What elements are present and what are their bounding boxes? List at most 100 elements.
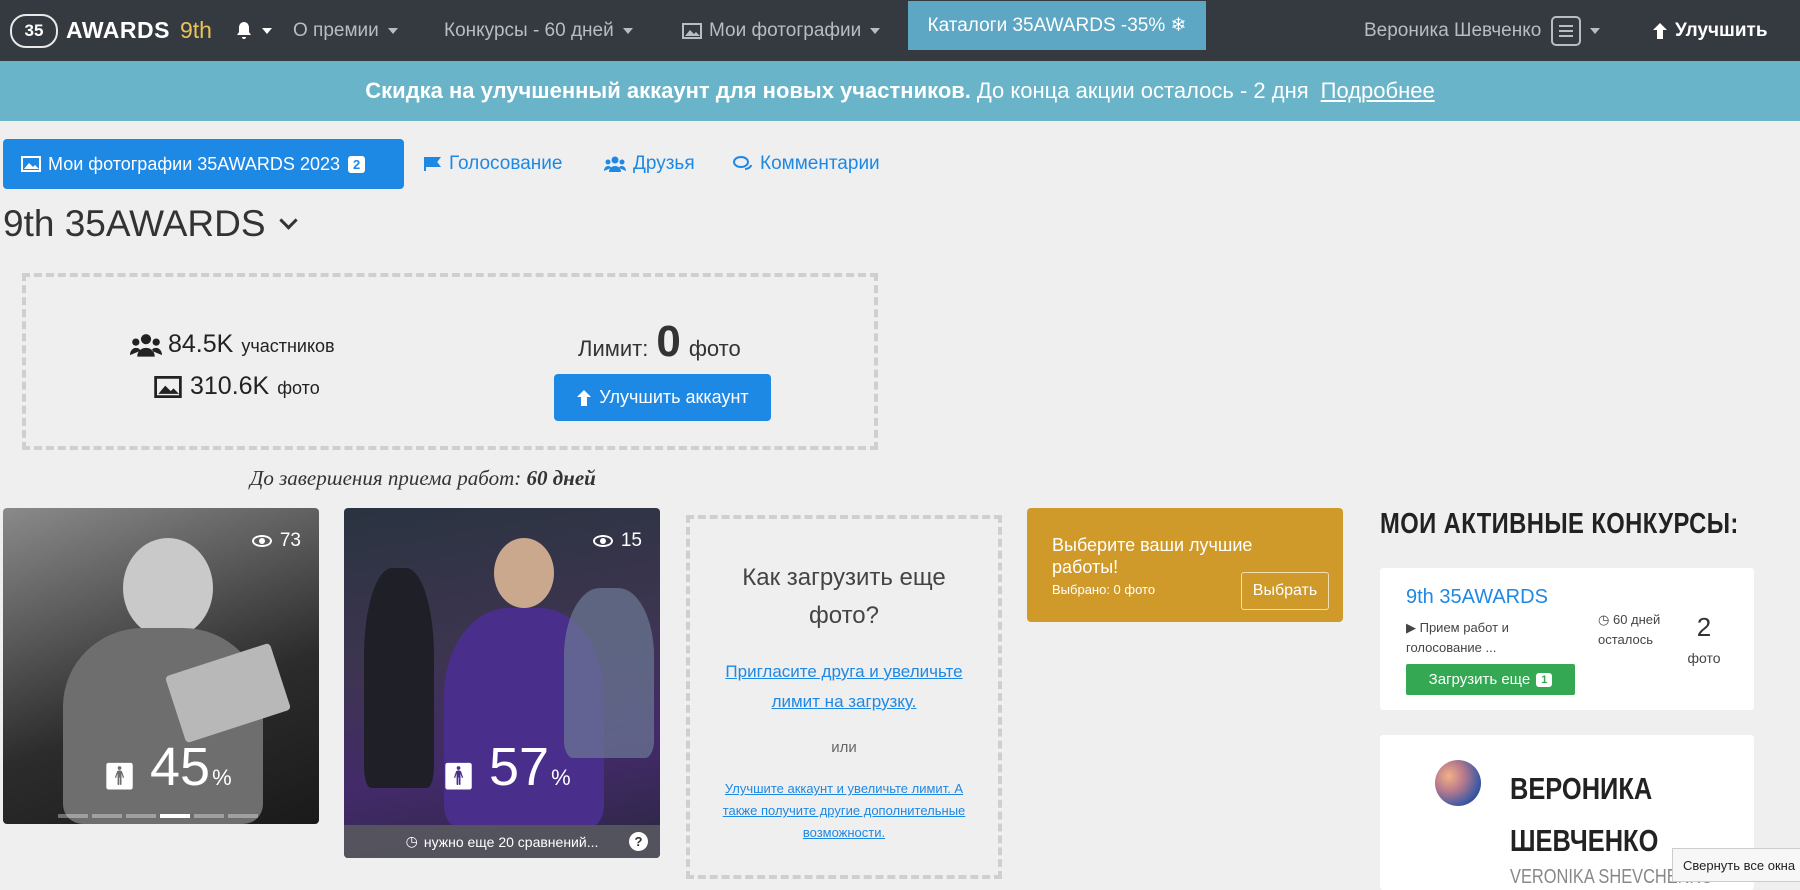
carousel-dot[interactable] [228,814,258,818]
top-navbar: 35 AWARDS 9th О премии Конкурсы - 60 дне… [0,0,1800,61]
choose-best-card: Выберите ваши лучшие работы! Выбрано: 0 … [1027,508,1343,622]
eye-icon [251,535,272,547]
flag-icon [424,157,441,171]
choose-button[interactable]: Выбрать [1241,572,1329,610]
tab-comments[interactable]: Комментарии [733,139,880,189]
comments-icon [733,156,752,170]
or-separator: или [831,739,857,756]
percent-sign: % [551,765,571,790]
upgrade-nav-label: Улучшить [1675,19,1768,41]
views-counter: 73 [251,530,301,552]
image-icon [21,156,41,172]
stats-box: 84.5K участников 310.6K фото Лимит: 0 фо… [22,273,878,450]
upload-more-badge: 1 [1536,672,1553,687]
image-icon [682,22,702,39]
photo-count-label: фото [1687,650,1721,666]
comparisons-needed-text: нужно еще 20 сравнений... [423,833,599,850]
arrow-up-icon [1653,22,1667,39]
chevron-down-icon [870,27,881,34]
promo-details-link[interactable]: Подробнее [1321,78,1435,104]
photos-stat: 310.6K фото [154,372,320,401]
views-count: 73 [279,530,301,551]
menu-about[interactable]: О премии [293,0,398,61]
carousel-dot[interactable] [58,814,88,818]
chevron-down-icon [278,210,298,230]
views-count: 15 [620,530,642,551]
arrow-up-icon [577,389,592,406]
logo-icon: 35 [10,13,58,48]
rating-value: 45 [150,737,211,797]
deadline-text: До завершения приема работ: 60 дней [250,466,596,491]
person-icon: 🚹︎ [442,761,476,791]
tab-comments-label: Комментарии [760,153,880,174]
percent-sign: % [212,765,232,790]
active-contest-status: ▶ Прием работ и голосование ... [1406,620,1509,655]
active-contest-photo-count: 2 [1696,612,1712,642]
photo-card[interactable]: 15 🚹︎ 57 % ◷ нужно еще 20 сравнений... ? [344,508,660,858]
carousel-dot[interactable] [126,814,156,818]
deadline-label: До завершения приема работ: [250,466,522,490]
participants-stat: 84.5K участников [130,330,335,359]
image-icon [154,375,182,398]
users-icon [130,333,162,357]
upgrade-account-label: Улучшить аккаунт [599,387,749,407]
choose-best-title: Выберите ваши лучшие работы! [1052,535,1253,577]
notifications-button[interactable] [235,0,272,61]
active-contest-card: 9th 35AWARDS ▶ Прием работ и голосование… [1380,568,1754,710]
tab-my-photos-label: Мои фотографии 35AWARDS 2023 [48,153,340,174]
tooltip: Свернуть все окна [1672,848,1800,882]
menu-catalogs[interactable]: Каталоги 35AWARDS -35% ❄ [908,1,1206,50]
upload-more-button[interactable]: Загрузить еще 1 [1406,664,1575,695]
how-to-title: Как загрузить еще фото? [742,564,946,629]
photo-background-figure [364,568,434,788]
carousel-dots[interactable] [58,814,258,818]
limit-label: Лимит: [578,336,649,361]
users-icon [604,156,626,172]
comparisons-needed-bar: ◷ нужно еще 20 сравнений... ? [344,825,660,858]
how-to-upload-box: Как загрузить еще фото? Пригласите друга… [686,515,1002,879]
user-menu[interactable]: Вероника Шевченко [1364,0,1601,61]
carousel-dot[interactable] [194,814,224,818]
participants-label: участников [241,336,335,356]
upgrade-nav-button[interactable]: Улучшить [1652,0,1768,61]
help-icon[interactable]: ? [629,832,648,851]
active-contests-heading: МОИ АКТИВНЫЕ КОНКУРСЫ: [1380,508,1739,540]
chevron-down-icon [387,27,398,34]
menu-contests[interactable]: Конкурсы - 60 дней [444,0,633,61]
invite-friend-link[interactable]: Пригласите друга и увеличьте лимит на за… [690,657,998,717]
photo-subject-head [494,538,554,608]
menu-my-photos[interactable]: Мои фотографии [682,0,881,61]
promo-headline: Скидка на улучшенный аккаунт для новых у… [365,78,971,103]
carousel-dot[interactable] [92,814,122,818]
tab-friends[interactable]: Друзья [604,139,695,189]
photo-background-figure [564,588,654,758]
logo-link[interactable]: 35 AWARDS 9th [10,0,212,61]
photo-card[interactable]: 73 🚹︎ 45 % [3,508,319,824]
rating-percent: 🚹︎ 57 % [442,736,571,798]
tab-voting[interactable]: Голосование [424,139,562,189]
views-counter: 15 [592,530,642,552]
menu-my-photos-label: Мои фотографии [709,19,862,41]
avatar[interactable] [1435,760,1481,806]
chevron-down-icon [1590,27,1601,34]
tab-my-photos[interactable]: Мои фотографии 35AWARDS 2023 2 [3,139,404,189]
menu-about-label: О премии [293,19,379,41]
active-contest-days: ◷ 60 дней осталось [1598,610,1668,650]
participants-value: 84.5K [168,330,234,358]
photos-label: фото [277,378,320,398]
deadline-value: 60 дней [526,466,596,490]
limit-value: 0 [656,317,681,366]
upgrade-account-link[interactable]: Улучшите аккаунт и увеличьте лимит. А та… [690,778,998,844]
tab-voting-label: Голосование [449,153,563,174]
active-contest-title[interactable]: 9th 35AWARDS [1406,586,1548,609]
promo-banner: Скидка на улучшенный аккаунт для новых у… [0,61,1800,121]
carousel-dot-active[interactable] [160,814,190,818]
bell-icon [237,21,251,39]
promo-countdown: До конца акции осталось - 2 дня [976,78,1309,103]
upload-more-label: Загрузить еще [1428,671,1531,688]
upgrade-account-button[interactable]: Улучшить аккаунт [554,374,771,421]
rating-value: 57 [489,737,550,797]
limit-unit: фото [688,336,741,361]
contest-selector[interactable]: 9th 35AWARDS [3,203,298,245]
clock-icon: ◷ [1598,612,1610,627]
